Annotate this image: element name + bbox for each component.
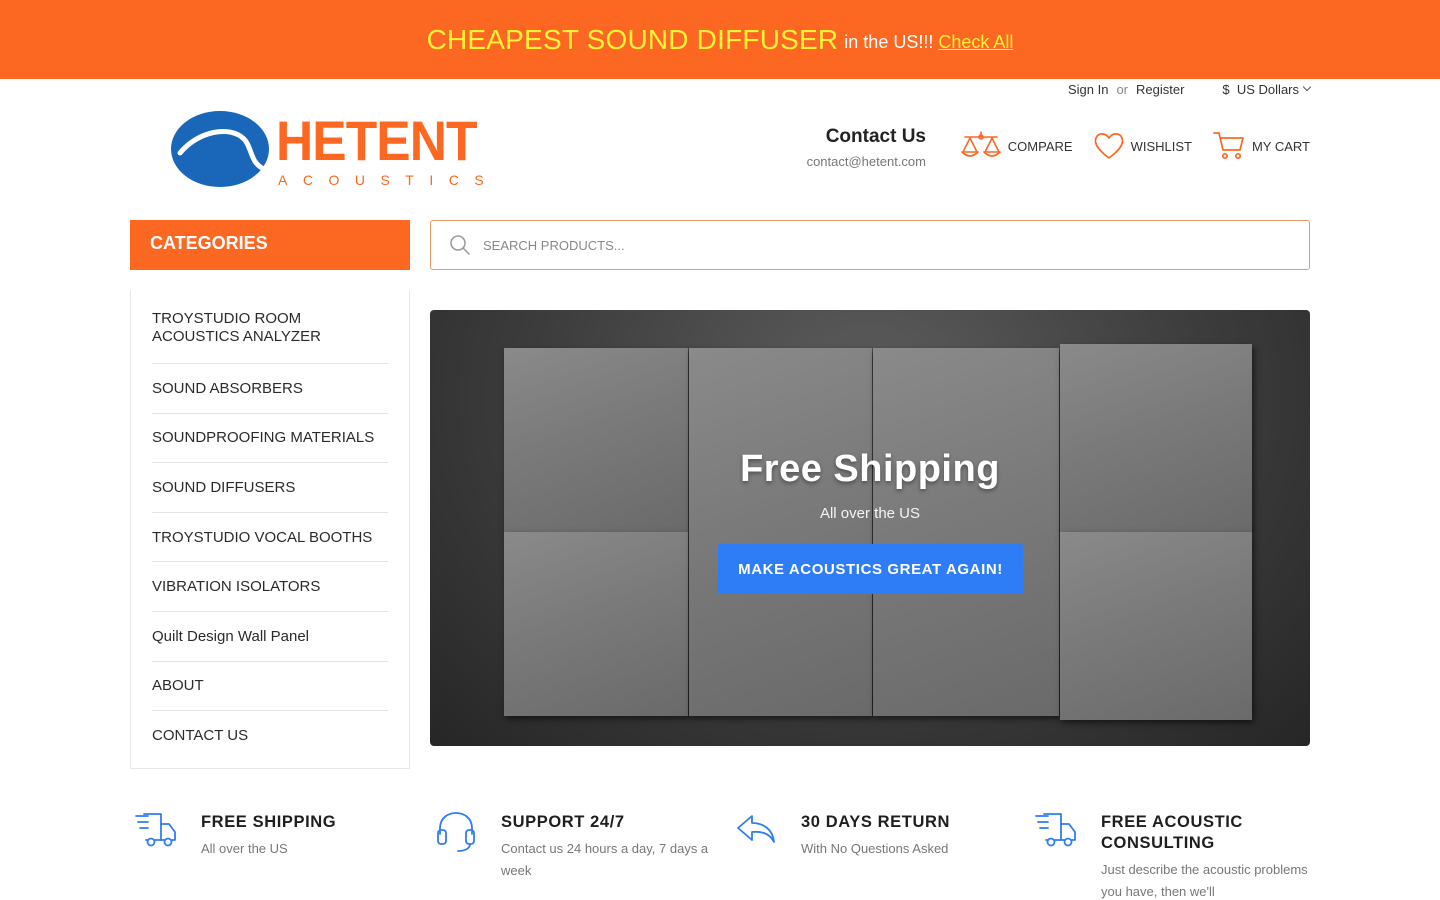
logo-tagline: ACOUSTICS	[278, 172, 500, 188]
search-bar	[430, 220, 1310, 270]
category-item[interactable]: ABOUT	[152, 662, 388, 712]
wishlist-label: WISHLIST	[1130, 138, 1192, 154]
categories-list: TROYSTUDIO ROOM ACOUSTICS ANALYZER SOUND…	[130, 290, 410, 769]
sign-in-link[interactable]: Sign In	[1068, 82, 1108, 97]
category-item[interactable]: SOUND ABSORBERS	[152, 364, 388, 414]
account-or-text: or	[1116, 81, 1128, 97]
search-icon[interactable]	[449, 234, 471, 256]
promo-check-all-link[interactable]: Check All	[938, 32, 1013, 53]
feature-title: SUPPORT 24/7	[501, 813, 625, 831]
register-link[interactable]: Register	[1136, 82, 1184, 97]
feature-desc: Just describe the acoustic problems you …	[1101, 862, 1308, 899]
category-item[interactable]: VIBRATION ISOLATORS	[152, 562, 388, 612]
cart-label: MY CART	[1251, 138, 1310, 154]
feature-title: FREE SHIPPING	[201, 813, 337, 831]
category-item[interactable]: CONTACT US	[152, 711, 388, 761]
promo-suffix: in the US!!!	[844, 32, 934, 52]
contact-email[interactable]: contact@hetent.com	[807, 154, 926, 169]
cart-icon	[1213, 132, 1244, 160]
header-contact: Contact Us contact@hetent.com	[807, 126, 926, 169]
category-item[interactable]: TROYSTUDIO ROOM ACOUSTICS ANALYZER	[152, 290, 388, 364]
feature-desc: All over the US	[201, 841, 288, 856]
currency-label: $ US Dollars	[1222, 81, 1299, 97]
category-item[interactable]: SOUNDPROOFING MATERIALS	[152, 414, 388, 464]
hero-title: Free Shipping	[740, 448, 1000, 490]
chevron-down-icon	[1302, 82, 1312, 92]
category-item[interactable]: TROYSTUDIO VOCAL BOOTHS	[152, 513, 388, 563]
header-tools: COMPARE WISHLIST MY CART	[940, 128, 1310, 164]
hero-content: Free Shipping All over the US MAKE ACOUS…	[430, 310, 1310, 746]
cart-button[interactable]: MY CART	[1212, 130, 1310, 162]
hero-cta-button[interactable]: MAKE ACOUSTICS GREAT AGAIN!	[718, 544, 1023, 594]
category-item[interactable]: Quilt Design Wall Panel	[152, 612, 388, 662]
search-input[interactable]	[483, 237, 1243, 253]
promo-banner: CHEAPEST SOUND DIFFUSER in the US!!! Che…	[0, 0, 1440, 79]
feature-desc: With No Questions Asked	[801, 841, 949, 856]
compare-label: COMPARE	[1007, 138, 1073, 154]
site-logo[interactable]: HETENT ACOUSTICS	[170, 108, 484, 190]
account-bar: Sign In or Register $ US Dollars	[1068, 80, 1312, 98]
category-item[interactable]: SOUND DIFFUSERS	[152, 463, 388, 513]
hero-subtitle: All over the US	[819, 505, 921, 522]
contact-title: Contact Us	[825, 126, 926, 147]
feature-title: 30 DAYS RETURN	[801, 813, 950, 831]
feature-desc: Contact us 24 hours a day, 7 days a week	[501, 841, 709, 878]
feature-title: FREE ACOUSTIC CONSULTING	[1101, 813, 1243, 852]
hero-banner: Free Shipping All over the US MAKE ACOUS…	[430, 310, 1310, 746]
compare-button[interactable]: COMPARE	[960, 130, 1073, 162]
delivery-truck-icon	[135, 813, 176, 847]
return-arrow-icon	[737, 815, 775, 843]
promo-headline: CHEAPEST SOUND DIFFUSER	[426, 23, 839, 55]
currency-selector[interactable]: $ US Dollars	[1222, 81, 1312, 97]
categories-header[interactable]: CATEGORIES	[130, 220, 410, 270]
logo-wordmark: HETENT	[276, 109, 477, 172]
wishlist-button[interactable]: WISHLIST	[1093, 131, 1192, 161]
logo-mark-icon	[171, 111, 269, 187]
headset-icon	[437, 812, 475, 852]
scale-icon	[960, 131, 1001, 157]
delivery-truck-icon	[1035, 813, 1076, 847]
heart-icon	[1094, 133, 1123, 159]
